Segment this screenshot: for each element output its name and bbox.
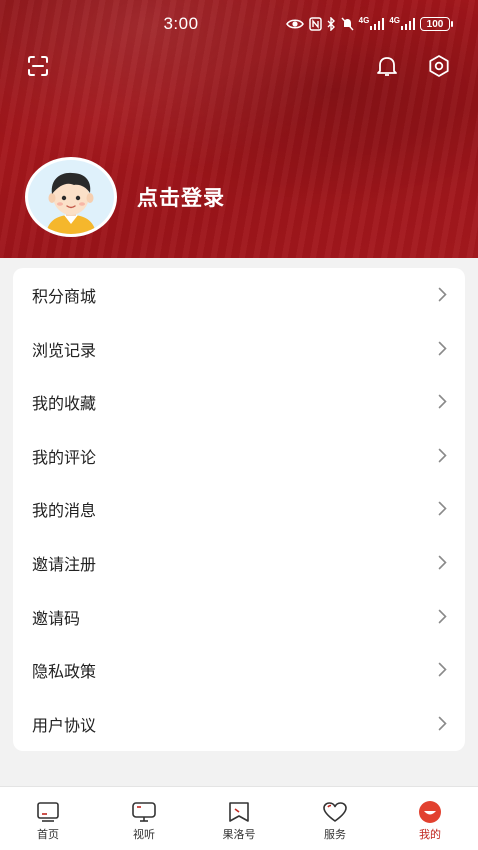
login-prompt[interactable]: 点击登录 [137,182,225,212]
menu-item-user-agreement[interactable]: 用户协议 [13,697,465,750]
menu-item-label: 邀请码 [32,610,81,628]
chevron-right-icon [438,341,447,356]
profile-header: 3:00 4G 4G 100 点击登录 [0,0,478,258]
nav-tab-label: 果洛号 [222,829,256,841]
signal-icon-1: 4G [358,15,385,30]
home-icon [34,800,62,824]
signal-label-1: 4G [358,15,370,25]
chevron-right-icon [438,394,447,409]
chevron-right-icon [438,662,447,677]
menu-item-label: 浏览记录 [32,342,97,360]
menu-item-favorites[interactable]: 我的收藏 [13,375,465,428]
menu-item-points-mall[interactable]: 积分商城 [13,268,465,321]
menu-item-invite-code[interactable]: 邀请码 [13,590,465,643]
menu-item-privacy-policy[interactable]: 隐私政策 [13,643,465,696]
chevron-right-icon [438,609,447,624]
avatar[interactable] [25,157,117,237]
chevron-right-icon [438,555,447,570]
eye-icon [285,18,304,30]
menu-item-label: 我的消息 [32,502,97,520]
menu-item-browse-history[interactable]: 浏览记录 [13,322,465,375]
chevron-right-icon [438,716,447,731]
bottom-navigation: 首页 视听 果洛号 服务 我的 [0,786,478,850]
settings-gear-icon[interactable] [425,52,453,80]
chevron-right-icon [438,501,447,516]
menu-item-label: 邀请注册 [32,556,97,574]
menu-item-invite-register[interactable]: 邀请注册 [13,536,465,589]
notification-bell-icon[interactable] [373,52,401,80]
menu-item-label: 用户协议 [32,717,97,735]
menu-item-messages[interactable]: 我的消息 [13,482,465,535]
chevron-right-icon [438,287,447,302]
chevron-right-icon [438,448,447,463]
menu-item-comments[interactable]: 我的评论 [13,429,465,482]
bluetooth-icon [327,17,336,31]
nav-tab-label: 视听 [133,829,155,841]
nav-tab-mine[interactable]: 我的 [382,787,478,850]
signal-icon-2: 4G [389,15,415,30]
profile-icon [416,800,444,824]
nav-tab-label: 服务 [324,829,346,841]
scan-icon[interactable] [24,52,52,80]
status-bar: 3:00 4G 4G 100 [0,0,478,48]
avatar-illustration [28,160,114,234]
menu-item-label: 隐私政策 [32,663,97,681]
heart-icon [321,800,349,824]
mute-bell-icon [341,17,354,31]
nav-tab-media[interactable]: 视听 [96,787,192,850]
menu-item-label: 我的评论 [32,449,97,467]
nav-tab-guoluo[interactable]: 果洛号 [191,787,287,850]
nfc-icon [308,17,322,31]
tv-icon [130,800,158,824]
menu-item-label: 积分商城 [32,288,97,306]
nav-tab-label: 首页 [37,829,59,841]
bookmark-icon [225,800,253,824]
menu-card: 积分商城 浏览记录 我的收藏 我的评论 我的消息 邀请注册 邀请码 隐私政策 用… [13,268,465,751]
nav-tab-label: 我的 [419,829,441,841]
menu-item-label: 我的收藏 [32,395,97,413]
nav-tab-home[interactable]: 首页 [0,787,96,850]
nav-tab-services[interactable]: 服务 [287,787,383,850]
status-icons: 4G 4G 100 [285,15,453,33]
signal-label-2: 4G [389,15,400,25]
battery-indicator: 100 [420,17,453,31]
